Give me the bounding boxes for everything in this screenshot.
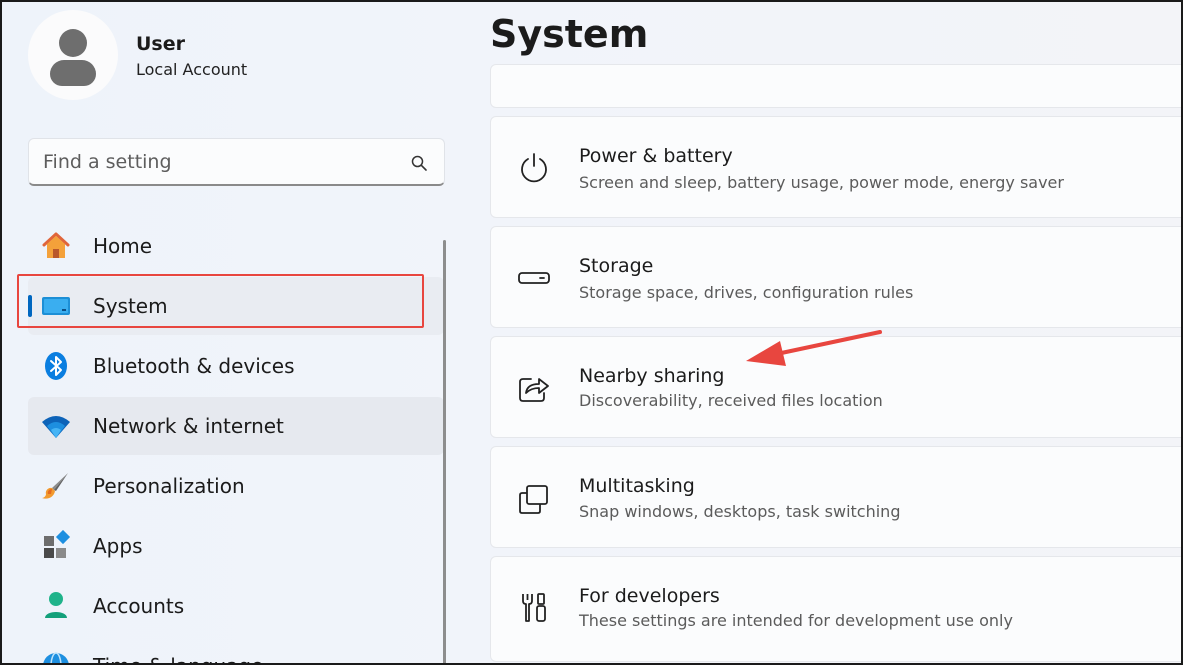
card-title: Storage <box>579 255 654 277</box>
share-icon <box>519 378 549 402</box>
avatar[interactable] <box>28 10 118 100</box>
card-storage[interactable]: Storage Storage space, drives, configura… <box>490 226 1181 328</box>
card-subtitle: Screen and sleep, battery usage, power m… <box>579 173 1064 192</box>
apps-icon <box>44 530 71 558</box>
wifi-icon <box>42 416 70 438</box>
annotation-highlight-box <box>17 274 424 328</box>
settings-window: User Local Account Home <box>0 0 1183 665</box>
sidebar-item-bluetooth[interactable]: Bluetooth & devices <box>28 337 444 395</box>
sidebar-item-label: Personalization <box>93 474 245 498</box>
card-subtitle: Storage space, drives, configuration rul… <box>579 283 914 302</box>
user-name: User <box>136 33 185 55</box>
home-icon <box>42 232 70 258</box>
card-title: Power & battery <box>579 145 733 167</box>
card-multitasking[interactable]: Multitasking Snap windows, desktops, tas… <box>490 446 1181 548</box>
sidebar: User Local Account Home <box>2 2 462 663</box>
card-subtitle: Discoverability, received files location <box>579 391 883 410</box>
sidebar-item-apps[interactable]: Apps <box>28 517 444 575</box>
account-type: Local Account <box>136 60 248 79</box>
sidebar-item-label: Accounts <box>93 594 185 618</box>
sidebar-item-label: Bluetooth & devices <box>93 354 295 378</box>
search-icon[interactable] <box>410 154 428 172</box>
avatar-head <box>59 29 87 57</box>
page-title: System <box>490 12 649 56</box>
multitasking-icon <box>519 485 548 514</box>
card-subtitle: Snap windows, desktops, task switching <box>579 502 901 521</box>
search-box[interactable] <box>28 138 445 186</box>
settings-card-clipped[interactable] <box>490 64 1181 108</box>
drive-icon <box>518 272 550 284</box>
annotation-arrow <box>746 330 882 366</box>
power-icon <box>521 153 547 183</box>
card-title: For developers <box>579 585 720 607</box>
card-title: Nearby sharing <box>579 365 725 387</box>
person-icon <box>45 592 67 618</box>
sidebar-item-home[interactable]: Home <box>28 217 444 275</box>
sidebar-item-personalization[interactable]: Personalization <box>28 457 444 515</box>
globe-clock-icon <box>43 652 69 663</box>
developer-tools-icon <box>522 593 546 622</box>
sidebar-scrollbar[interactable] <box>443 240 446 663</box>
card-for-developers[interactable]: For developers These settings are intend… <box>490 556 1181 662</box>
sidebar-item-label: Home <box>93 234 153 258</box>
sidebar-item-label: Apps <box>93 534 143 558</box>
card-power-battery[interactable]: Power & battery Screen and sleep, batter… <box>490 116 1181 218</box>
sidebar-item-label: Time & language <box>93 654 263 663</box>
search-input[interactable] <box>43 149 383 175</box>
avatar-body <box>50 60 96 86</box>
sidebar-item-accounts[interactable]: Accounts <box>28 577 444 635</box>
sidebar-item-network[interactable]: Network & internet <box>28 397 444 455</box>
card-subtitle: These settings are intended for developm… <box>579 611 1013 630</box>
sidebar-item-time-language[interactable]: Time & language <box>28 637 444 663</box>
card-title: Multitasking <box>579 475 695 497</box>
paintbrush-icon <box>42 473 68 499</box>
sidebar-item-label: Network & internet <box>93 414 284 438</box>
bluetooth-icon <box>45 352 67 380</box>
